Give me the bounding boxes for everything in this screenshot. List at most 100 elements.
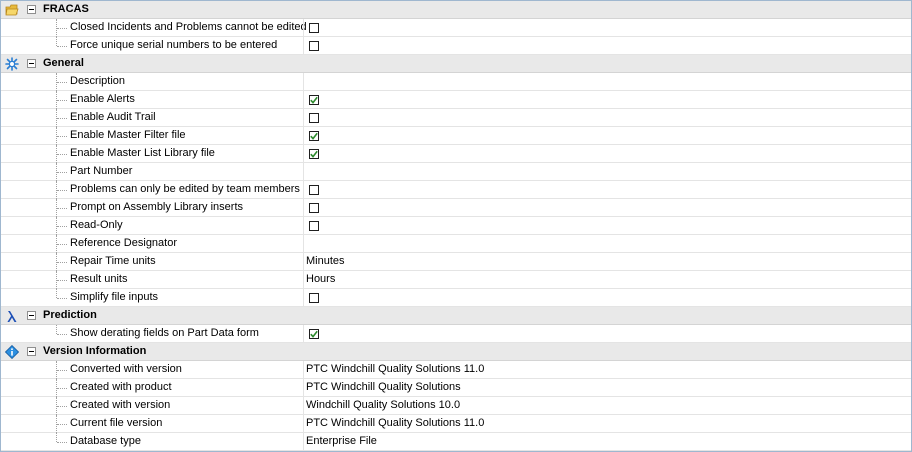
tree-line <box>57 82 67 83</box>
property-name: Part Number <box>70 165 133 177</box>
property-row[interactable]: Enable Master List Library file <box>1 145 911 163</box>
property-checkbox[interactable] <box>309 185 319 195</box>
property-name: Current file version <box>70 417 163 429</box>
tree-line <box>57 244 67 245</box>
column-divider <box>303 163 304 181</box>
column-divider <box>303 289 304 307</box>
column-divider <box>303 37 304 55</box>
property-checkbox[interactable] <box>309 149 319 159</box>
property-name: Created with product <box>70 381 172 393</box>
property-value[interactable]: Windchill Quality Solutions 10.0 <box>306 399 460 411</box>
property-row[interactable]: Created with product PTC Windchill Qualit… <box>1 379 911 397</box>
property-value[interactable]: Minutes <box>306 255 345 267</box>
property-checkbox[interactable] <box>309 329 319 339</box>
property-row[interactable]: Show derating fields on Part Data form <box>1 325 911 343</box>
property-row[interactable]: Enable Master Filter file <box>1 127 911 145</box>
tree-line <box>57 28 67 29</box>
tree-line <box>57 208 67 209</box>
property-name: Show derating fields on Part Data form <box>70 327 259 339</box>
property-row[interactable]: Prompt on Assembly Library inserts <box>1 199 911 217</box>
property-name: Enable Master Filter file <box>70 129 186 141</box>
property-row[interactable]: Reference Designator <box>1 235 911 253</box>
category-label: General <box>43 57 84 69</box>
column-divider <box>303 253 304 271</box>
column-divider <box>303 127 304 145</box>
property-name: Closed Incidents and Problems cannot be … <box>70 21 307 33</box>
category-label: Prediction <box>43 309 97 321</box>
folder-icon <box>5 4 19 16</box>
property-row[interactable]: Database type Enterprise File <box>1 433 911 451</box>
property-row[interactable]: Converted with version PTC Windchill Qual… <box>1 361 911 379</box>
column-divider <box>303 415 304 433</box>
column-divider <box>303 109 304 127</box>
category-row-prediction[interactable]: Prediction <box>1 307 911 325</box>
property-name: Database type <box>70 435 141 447</box>
tree-line <box>57 280 67 281</box>
property-value[interactable]: Hours <box>306 273 335 285</box>
property-name: Description <box>70 75 126 87</box>
column-divider <box>303 379 304 397</box>
property-name: Result units <box>70 273 128 285</box>
property-row[interactable]: Enable Audit Trail <box>1 109 911 127</box>
property-value[interactable]: Enterprise File <box>306 435 377 447</box>
collapse-toggle-icon[interactable] <box>27 5 36 14</box>
column-divider <box>303 73 304 91</box>
category-label: Version Information <box>43 345 147 357</box>
property-row[interactable]: Force unique serial numbers to be entere… <box>1 37 911 55</box>
property-value[interactable]: PTC Windchill Quality Solutions <box>306 381 461 393</box>
property-name: Enable Master List Library file <box>70 147 215 159</box>
column-divider <box>303 235 304 253</box>
property-row[interactable]: Enable Alerts <box>1 91 911 109</box>
tree-line <box>57 334 67 335</box>
column-divider <box>303 433 304 451</box>
property-checkbox[interactable] <box>309 221 319 231</box>
property-row[interactable]: Problems can only be edited by team memb… <box>1 181 911 199</box>
tree-line <box>56 289 57 298</box>
property-row[interactable]: Result units Hours <box>1 271 911 289</box>
tree-line <box>57 442 67 443</box>
property-row[interactable]: Read-Only <box>1 217 911 235</box>
property-checkbox[interactable] <box>309 203 319 213</box>
tree-line <box>57 172 67 173</box>
collapse-toggle-icon[interactable] <box>27 347 36 356</box>
property-checkbox[interactable] <box>309 95 319 105</box>
property-checkbox[interactable] <box>309 293 319 303</box>
property-checkbox[interactable] <box>309 131 319 141</box>
property-name: Simplify file inputs <box>70 291 159 303</box>
property-value[interactable]: PTC Windchill Quality Solutions 11.0 <box>306 417 484 429</box>
check-mark-icon <box>310 330 318 338</box>
check-mark-icon <box>310 150 318 158</box>
category-row-version-information[interactable]: Version Information <box>1 343 911 361</box>
tree-line <box>56 433 57 442</box>
tree-line <box>57 46 67 47</box>
property-row[interactable]: Simplify file inputs <box>1 289 911 307</box>
property-row[interactable]: Description <box>1 73 911 91</box>
column-divider <box>303 325 304 343</box>
collapse-toggle-icon[interactable] <box>27 311 36 320</box>
property-name: Reference Designator <box>70 237 178 249</box>
tree-line <box>56 325 57 334</box>
collapse-toggle-icon[interactable] <box>27 59 36 68</box>
property-row[interactable]: Current file version PTC Windchill Qualit… <box>1 415 911 433</box>
property-name: Enable Alerts <box>70 93 135 105</box>
category-row-fracas[interactable]: FRACAS <box>1 1 911 19</box>
property-name: Read-Only <box>70 219 123 231</box>
property-value[interactable]: PTC Windchill Quality Solutions 11.0 <box>306 363 484 375</box>
tree-line <box>57 154 67 155</box>
property-row[interactable]: Part Number <box>1 163 911 181</box>
category-label: FRACAS <box>43 3 89 15</box>
property-row[interactable]: Created with version Windchill Quality So… <box>1 397 911 415</box>
tree-line <box>57 136 67 137</box>
tree-line <box>56 37 57 46</box>
tree-line <box>57 370 67 371</box>
tree-line <box>57 388 67 389</box>
column-divider <box>303 145 304 163</box>
property-checkbox[interactable] <box>309 23 319 33</box>
property-checkbox[interactable] <box>309 41 319 51</box>
property-checkbox[interactable] <box>309 113 319 123</box>
category-row-general[interactable]: General <box>1 55 911 73</box>
property-row[interactable]: Closed Incidents and Problems cannot be … <box>1 19 911 37</box>
property-name: Repair Time units <box>70 255 156 267</box>
property-row[interactable]: Repair Time units Minutes <box>1 253 911 271</box>
column-divider <box>303 361 304 379</box>
